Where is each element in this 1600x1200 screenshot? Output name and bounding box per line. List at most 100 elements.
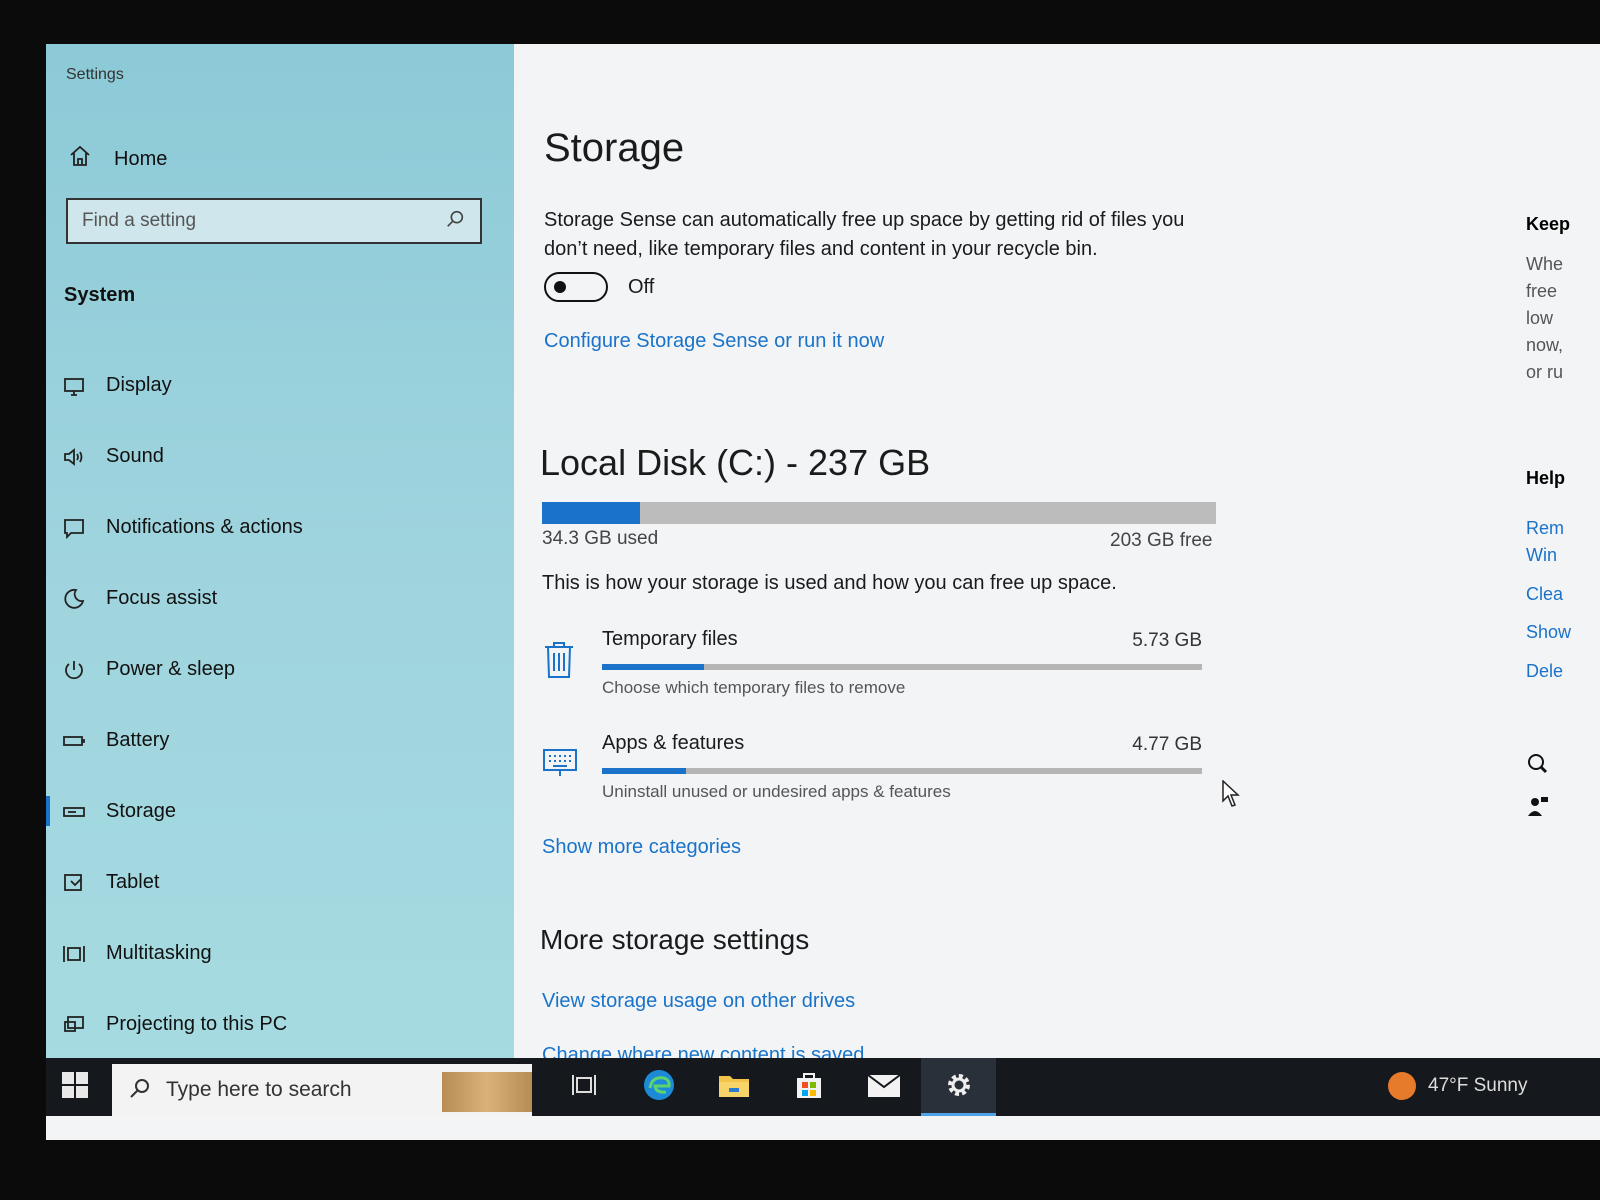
file-explorer-button[interactable] <box>696 1058 771 1116</box>
search-placeholder: Find a setting <box>82 210 197 231</box>
feedback-icon[interactable] <box>1526 794 1550 823</box>
sidebar: Settings Home Find a setting System Disp… <box>46 44 514 1078</box>
category-name: Temporary files <box>602 628 738 650</box>
storage-sense-toggle-row: Off <box>544 272 654 302</box>
storage-sense-toggle[interactable] <box>544 272 608 302</box>
projecting-icon <box>60 1011 88 1039</box>
store-button[interactable] <box>771 1058 846 1116</box>
get-help-icon[interactable] <box>1526 752 1550 781</box>
category-apps-features[interactable]: Apps & features 4.77 GB Uninstall unused… <box>542 732 1202 820</box>
category-subtitle: Uninstall unused or undesired apps & fea… <box>602 782 951 801</box>
sidebar-item-label: Battery <box>106 729 170 751</box>
disk-title: Local Disk (C:) - 237 GB <box>540 442 931 483</box>
help-link[interactable]: Clea <box>1526 584 1563 605</box>
sidebar-item-projecting[interactable]: Projecting to this PC <box>46 989 514 1060</box>
sidebar-item-label: Display <box>106 374 172 396</box>
configure-storage-sense-link[interactable]: Configure Storage Sense or run it now <box>544 330 884 353</box>
moon-icon <box>60 585 88 613</box>
sidebar-item-focus-assist[interactable]: Focus assist <box>46 563 514 634</box>
search-icon <box>128 1076 152 1105</box>
sidebar-item-label: Notifications & actions <box>106 516 303 538</box>
mouse-cursor <box>1222 779 1242 813</box>
search-icon[interactable] <box>444 208 466 235</box>
help-link[interactable]: Dele <box>1526 661 1563 682</box>
sidebar-item-label: Tablet <box>106 871 160 893</box>
sidebar-item-power-sleep[interactable]: Power & sleep <box>46 634 514 705</box>
mail-icon <box>866 1071 902 1104</box>
windows-logo-icon <box>62 1086 74 1098</box>
keep-line: low <box>1526 308 1554 328</box>
sidebar-item-sound[interactable]: Sound <box>46 421 514 492</box>
tablet-icon <box>60 869 88 897</box>
keep-line: Whe <box>1526 254 1564 274</box>
home-label: Home <box>114 147 168 170</box>
more-storage-settings-heading: More storage settings <box>540 924 810 955</box>
battery-icon <box>60 727 88 755</box>
toggle-state-label: Off <box>628 275 655 298</box>
folder-icon <box>717 1070 751 1105</box>
category-name: Apps & features <box>602 732 745 754</box>
keep-line: now, <box>1526 335 1564 355</box>
notification-icon <box>60 514 88 542</box>
disk-free-label: 203 GB free <box>1110 530 1213 551</box>
settings-taskbar-button[interactable] <box>921 1058 996 1116</box>
storage-explanation: This is how your storage is used and how… <box>542 572 1117 594</box>
disk-used-label: 34.3 GB used <box>542 528 659 549</box>
sidebar-item-tablet[interactable]: Tablet <box>46 847 514 918</box>
storage-sense-description: Storage Sense can automatically free up … <box>544 209 1185 260</box>
show-more-categories-link[interactable]: Show more categories <box>542 836 741 859</box>
sidebar-item-multitasking[interactable]: Multitasking <box>46 918 514 989</box>
storage-page: Storage Storage Sense can automatically … <box>514 44 1514 1078</box>
help-heading: Help <box>1526 468 1566 488</box>
category-subtitle: Choose which temporary files to remove <box>602 678 906 697</box>
category-usage-fill <box>602 664 704 670</box>
multitasking-icon <box>60 940 88 968</box>
section-heading: System <box>64 284 136 306</box>
edge-button[interactable] <box>621 1058 696 1116</box>
sidebar-item-battery[interactable]: Battery <box>46 705 514 776</box>
category-usage-fill <box>602 768 686 774</box>
keyboard-icon <box>542 744 578 784</box>
speaker-icon <box>60 443 88 471</box>
mail-button[interactable] <box>846 1058 921 1116</box>
storage-icon <box>60 798 88 826</box>
category-usage-bar <box>602 664 1202 670</box>
category-temporary-files[interactable]: Temporary files 5.73 GB Choose which tem… <box>542 628 1202 716</box>
edge-icon <box>642 1068 676 1107</box>
right-panel: Keep Whe free low now, or ru Help Rem Wi… <box>1522 44 1600 1078</box>
trash-icon <box>542 640 578 680</box>
weather-text: 47°F Sunny <box>1428 1075 1528 1096</box>
taskbar-search-box[interactable]: Type here to search <box>112 1064 532 1116</box>
task-view-icon <box>571 1072 597 1103</box>
home-link[interactable]: Home <box>68 144 167 174</box>
weather-widget[interactable]: 47°F Sunny <box>1388 1072 1528 1100</box>
sidebar-item-notifications[interactable]: Notifications & actions <box>46 492 514 563</box>
windows-logo-icon <box>62 1072 74 1084</box>
keep-heading: Keep <box>1526 214 1571 234</box>
sidebar-item-storage[interactable]: Storage <box>46 776 514 847</box>
help-link[interactable]: Rem <box>1526 518 1564 539</box>
gear-icon <box>944 1070 974 1105</box>
taskbar-pinned-apps <box>546 1058 996 1116</box>
find-setting-search[interactable]: Find a setting <box>66 198 482 244</box>
sidebar-item-label: Projecting to this PC <box>106 1013 288 1035</box>
view-storage-other-drives-link[interactable]: View storage usage on other drives <box>542 990 855 1013</box>
category-size: 4.77 GB <box>1132 734 1202 755</box>
windows-logo-icon <box>76 1086 88 1098</box>
task-view-button[interactable] <box>546 1058 621 1116</box>
sidebar-item-label: Power & sleep <box>106 658 235 680</box>
help-link[interactable]: Win <box>1526 545 1557 566</box>
search-highlight-image <box>442 1072 532 1112</box>
power-icon <box>60 656 88 684</box>
taskbar: Type here to search 47°F Sunny <box>46 1058 1600 1116</box>
start-button[interactable] <box>62 1072 88 1098</box>
disk-usage-bar <box>542 502 1216 524</box>
monitor-icon <box>60 372 88 400</box>
sidebar-item-display[interactable]: Display <box>46 350 514 421</box>
help-link[interactable]: Show <box>1526 622 1571 643</box>
home-icon <box>68 144 92 174</box>
disk-usage-fill <box>542 502 640 524</box>
category-size: 5.73 GB <box>1132 630 1202 651</box>
keep-line: free <box>1526 281 1558 301</box>
store-icon <box>793 1069 825 1106</box>
